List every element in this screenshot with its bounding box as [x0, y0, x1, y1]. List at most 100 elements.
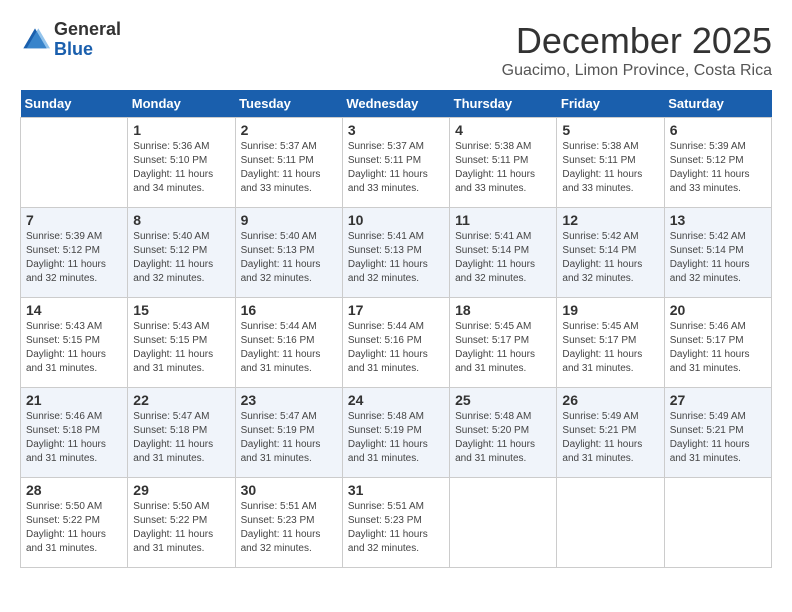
- day-number: 1: [133, 122, 229, 138]
- day-info: Sunrise: 5:37 AMSunset: 5:11 PMDaylight:…: [241, 140, 337, 196]
- day-number: 8: [133, 212, 229, 228]
- day-header-friday: Friday: [557, 90, 664, 118]
- calendar-cell: 12 Sunrise: 5:42 AMSunset: 5:14 PMDayligh…: [557, 208, 664, 298]
- calendar-cell: [664, 478, 771, 568]
- day-number: 27: [670, 392, 766, 408]
- calendar-cell: 19Sunrise: 5:45 AMSunset: 5:17 PMDayligh…: [557, 298, 664, 388]
- calendar-cell: 31 Sunrise: 5:51 AMSunset: 5:23 PMDayligh…: [342, 478, 449, 568]
- day-number: 30: [241, 482, 337, 498]
- calendar-cell: 7 Sunrise: 5:39 AMSunset: 5:12 PMDaylight…: [21, 208, 128, 298]
- day-info: Sunrise: 5:50 AMSunset: 5:22 PMDaylight:…: [26, 500, 122, 556]
- day-info: Sunrise: 5:46 AMSunset: 5:17 PMDaylight:…: [670, 320, 766, 376]
- day-info: Sunrise: 5:36 AMSunset: 5:10 PMDaylight:…: [133, 140, 229, 196]
- day-info: Sunrise: 5:37 AMSunset: 5:11 PMDaylight:…: [348, 140, 444, 196]
- calendar-cell: 1 Sunrise: 5:36 AMSunset: 5:10 PMDaylight…: [128, 118, 235, 208]
- day-info: Sunrise: 5:44 AMSunset: 5:16 PMDaylight:…: [241, 320, 337, 376]
- day-number: 16: [241, 302, 337, 318]
- calendar-cell: 25Sunrise: 5:48 AMSunset: 5:20 PMDayligh…: [450, 388, 557, 478]
- calendar-cell: 23 Sunrise: 5:47 AMSunset: 5:19 PMDayligh…: [235, 388, 342, 478]
- day-info: Sunrise: 5:41 AMSunset: 5:14 PMDaylight:…: [455, 230, 551, 286]
- day-number: 7: [26, 212, 122, 228]
- calendar-cell: 24Sunrise: 5:48 AMSunset: 5:19 PMDayligh…: [342, 388, 449, 478]
- calendar-cell: 30Sunrise: 5:51 AMSunset: 5:23 PMDayligh…: [235, 478, 342, 568]
- calendar-cell: 2 Sunrise: 5:37 AMSunset: 5:11 PMDaylight…: [235, 118, 342, 208]
- day-info: Sunrise: 5:39 AMSunset: 5:12 PMDaylight:…: [26, 230, 122, 286]
- logo-icon: [20, 25, 50, 55]
- calendar-cell: 18 Sunrise: 5:45 AMSunset: 5:17 PMDayligh…: [450, 298, 557, 388]
- day-number: 4: [455, 122, 551, 138]
- day-number: 21: [26, 392, 122, 408]
- day-number: 2: [241, 122, 337, 138]
- header: General Blue December 2025 Guacimo, Limo…: [20, 20, 772, 80]
- day-info: Sunrise: 5:47 AMSunset: 5:19 PMDaylight:…: [241, 410, 337, 466]
- title-section: December 2025 Guacimo, Limon Province, C…: [502, 20, 772, 80]
- day-header-wednesday: Wednesday: [342, 90, 449, 118]
- day-info: Sunrise: 5:49 AMSunset: 5:21 PMDaylight:…: [562, 410, 658, 466]
- day-number: 6: [670, 122, 766, 138]
- day-header-sunday: Sunday: [21, 90, 128, 118]
- day-info: Sunrise: 5:47 AMSunset: 5:18 PMDaylight:…: [133, 410, 229, 466]
- week-row-3: 14 Sunrise: 5:43 AMSunset: 5:15 PMDayligh…: [21, 298, 772, 388]
- day-info: Sunrise: 5:46 AMSunset: 5:18 PMDaylight:…: [26, 410, 122, 466]
- calendar-cell: [450, 478, 557, 568]
- location-subtitle: Guacimo, Limon Province, Costa Rica: [502, 62, 772, 80]
- day-info: Sunrise: 5:42 AMSunset: 5:14 PMDaylight:…: [670, 230, 766, 286]
- day-number: 9: [241, 212, 337, 228]
- calendar-cell: [21, 118, 128, 208]
- day-info: Sunrise: 5:42 AMSunset: 5:14 PMDaylight:…: [562, 230, 658, 286]
- calendar-cell: 6 Sunrise: 5:39 AMSunset: 5:12 PMDaylight…: [664, 118, 771, 208]
- logo: General Blue: [20, 20, 121, 60]
- calendar-cell: 8 Sunrise: 5:40 AMSunset: 5:12 PMDaylight…: [128, 208, 235, 298]
- calendar-cell: 14 Sunrise: 5:43 AMSunset: 5:15 PMDayligh…: [21, 298, 128, 388]
- calendar-cell: 13 Sunrise: 5:42 AMSunset: 5:14 PMDayligh…: [664, 208, 771, 298]
- day-number: 15: [133, 302, 229, 318]
- calendar-cell: 20 Sunrise: 5:46 AMSunset: 5:17 PMDayligh…: [664, 298, 771, 388]
- day-number: 29: [133, 482, 229, 498]
- week-row-5: 28 Sunrise: 5:50 AMSunset: 5:22 PMDayligh…: [21, 478, 772, 568]
- day-number: 26: [562, 392, 658, 408]
- day-number: 18: [455, 302, 551, 318]
- day-number: 13: [670, 212, 766, 228]
- calendar-table: SundayMondayTuesdayWednesdayThursdayFrid…: [20, 90, 772, 568]
- day-info: Sunrise: 5:41 AMSunset: 5:13 PMDaylight:…: [348, 230, 444, 286]
- calendar-cell: 3Sunrise: 5:37 AMSunset: 5:11 PMDaylight…: [342, 118, 449, 208]
- calendar-cell: 28 Sunrise: 5:50 AMSunset: 5:22 PMDayligh…: [21, 478, 128, 568]
- day-header-thursday: Thursday: [450, 90, 557, 118]
- week-row-1: 1 Sunrise: 5:36 AMSunset: 5:10 PMDaylight…: [21, 118, 772, 208]
- day-number: 31: [348, 482, 444, 498]
- calendar-cell: 21 Sunrise: 5:46 AMSunset: 5:18 PMDayligh…: [21, 388, 128, 478]
- calendar-cell: 4 Sunrise: 5:38 AMSunset: 5:11 PMDaylight…: [450, 118, 557, 208]
- day-header-saturday: Saturday: [664, 90, 771, 118]
- day-header-tuesday: Tuesday: [235, 90, 342, 118]
- day-info: Sunrise: 5:40 AMSunset: 5:13 PMDaylight:…: [241, 230, 337, 286]
- day-info: Sunrise: 5:38 AMSunset: 5:11 PMDaylight:…: [455, 140, 551, 196]
- day-info: Sunrise: 5:40 AMSunset: 5:12 PMDaylight:…: [133, 230, 229, 286]
- day-number: 22: [133, 392, 229, 408]
- week-row-4: 21 Sunrise: 5:46 AMSunset: 5:18 PMDayligh…: [21, 388, 772, 478]
- day-number: 28: [26, 482, 122, 498]
- calendar-cell: 11 Sunrise: 5:41 AMSunset: 5:14 PMDayligh…: [450, 208, 557, 298]
- day-number: 20: [670, 302, 766, 318]
- calendar-cell: 22 Sunrise: 5:47 AMSunset: 5:18 PMDayligh…: [128, 388, 235, 478]
- calendar-cell: 26 Sunrise: 5:49 AMSunset: 5:21 PMDayligh…: [557, 388, 664, 478]
- day-info: Sunrise: 5:49 AMSunset: 5:21 PMDaylight:…: [670, 410, 766, 466]
- day-number: 12: [562, 212, 658, 228]
- calendar-cell: 16 Sunrise: 5:44 AMSunset: 5:16 PMDayligh…: [235, 298, 342, 388]
- day-number: 23: [241, 392, 337, 408]
- logo-text: General Blue: [54, 20, 121, 60]
- day-number: 11: [455, 212, 551, 228]
- day-info: Sunrise: 5:48 AMSunset: 5:19 PMDaylight:…: [348, 410, 444, 466]
- day-info: Sunrise: 5:51 AMSunset: 5:23 PMDaylight:…: [348, 500, 444, 556]
- day-number: 5: [562, 122, 658, 138]
- day-info: Sunrise: 5:44 AMSunset: 5:16 PMDaylight:…: [348, 320, 444, 376]
- day-header-monday: Monday: [128, 90, 235, 118]
- day-info: Sunrise: 5:43 AMSunset: 5:15 PMDaylight:…: [26, 320, 122, 376]
- day-number: 14: [26, 302, 122, 318]
- day-info: Sunrise: 5:39 AMSunset: 5:12 PMDaylight:…: [670, 140, 766, 196]
- day-info: Sunrise: 5:50 AMSunset: 5:22 PMDaylight:…: [133, 500, 229, 556]
- calendar-cell: 5Sunrise: 5:38 AMSunset: 5:11 PMDaylight…: [557, 118, 664, 208]
- day-info: Sunrise: 5:45 AMSunset: 5:17 PMDaylight:…: [455, 320, 551, 376]
- day-number: 19: [562, 302, 658, 318]
- header-row: SundayMondayTuesdayWednesdayThursdayFrid…: [21, 90, 772, 118]
- calendar-cell: 27 Sunrise: 5:49 AMSunset: 5:21 PMDayligh…: [664, 388, 771, 478]
